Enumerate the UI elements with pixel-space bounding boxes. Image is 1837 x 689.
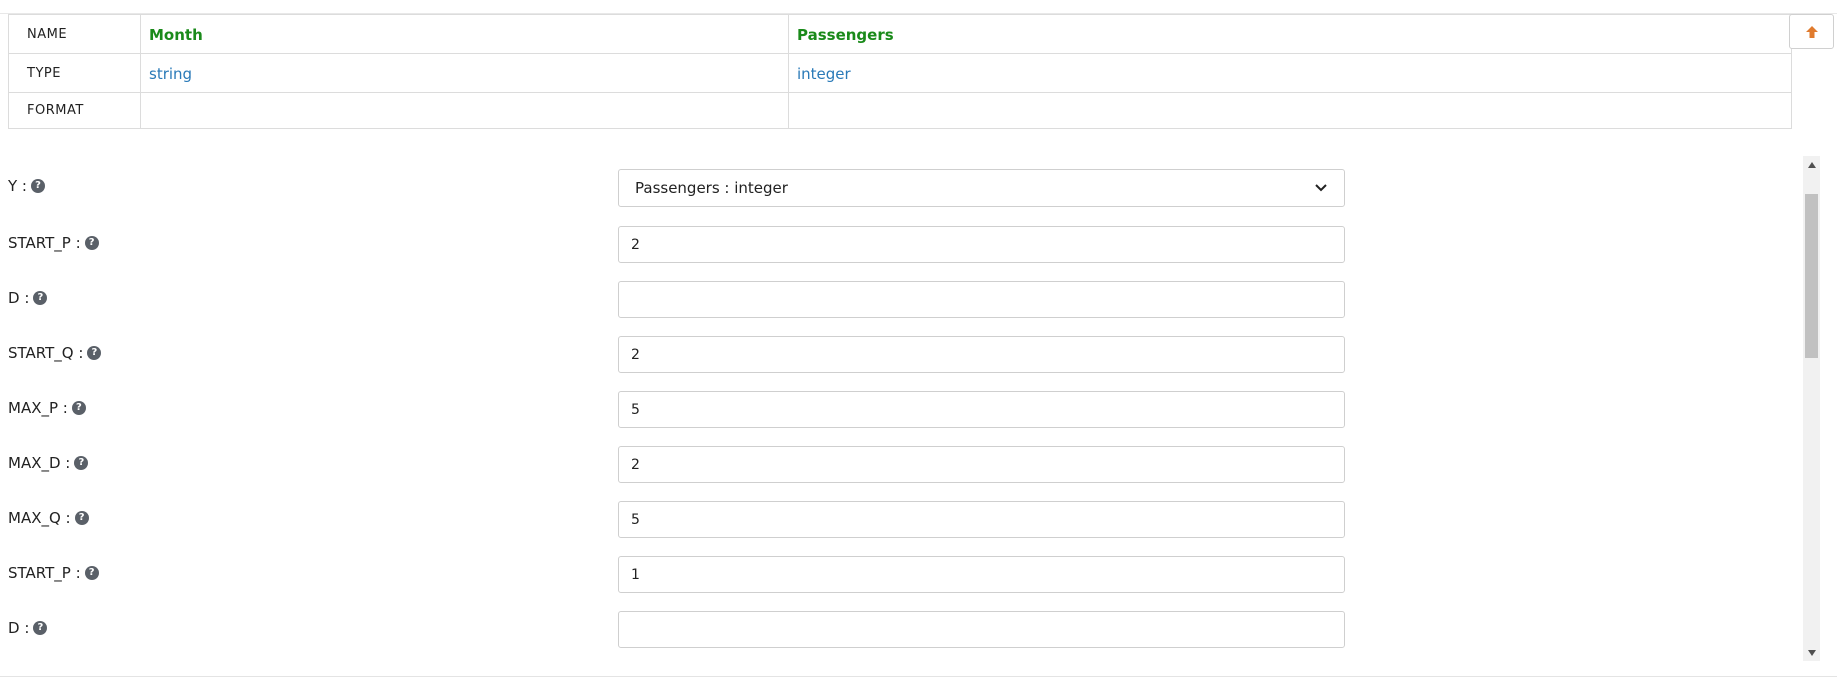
question-circle-icon[interactable]: ?: [33, 621, 48, 635]
start-p-input[interactable]: [618, 226, 1345, 263]
field-label-wrap: MAX_D : ?: [8, 454, 89, 472]
schema-row-format: FORMAT: [8, 92, 1792, 129]
question-circle-icon[interactable]: ?: [30, 179, 45, 193]
form-row-start-p-2: START_P : ?: [0, 556, 1800, 593]
column-type: string: [149, 64, 193, 83]
y-select[interactable]: Passengers : integer: [618, 169, 1345, 207]
arrow-up-icon: [1805, 25, 1818, 38]
field-label: D :: [8, 289, 30, 307]
d-2-input[interactable]: [618, 611, 1345, 648]
field-label-wrap: MAX_P : ?: [8, 399, 86, 417]
field-label: Y :: [8, 177, 27, 195]
question-circle-icon[interactable]: ?: [33, 291, 48, 305]
question-circle-icon[interactable]: ?: [71, 401, 86, 415]
y-select-value: Passengers : integer: [635, 179, 788, 197]
column-type: integer: [797, 64, 851, 83]
field-label: MAX_Q :: [8, 509, 71, 527]
form-row-y: Y : ? Passengers : integer: [0, 169, 1800, 207]
app-root: NAME Month Passengers TYPE string intege…: [0, 0, 1837, 689]
column-type-cell: integer: [788, 53, 1792, 93]
scroll-thumb[interactable]: [1805, 194, 1818, 358]
chevron-down-icon: [1315, 184, 1327, 192]
field-label-wrap: START_P : ?: [8, 564, 99, 582]
form-row-max-d: MAX_D : ?: [0, 446, 1800, 483]
question-circle-icon[interactable]: ?: [87, 346, 102, 360]
row-header-type: TYPE: [8, 53, 141, 93]
column-format-cell: [788, 92, 1792, 129]
bottom-divider: [0, 676, 1837, 677]
field-label: START_Q :: [8, 344, 84, 362]
column-type-cell: string: [140, 53, 789, 93]
schema-table: NAME Month Passengers TYPE string intege…: [8, 14, 1792, 129]
form-row-max-q: MAX_Q : ?: [0, 501, 1800, 538]
column-name: Passengers: [797, 25, 894, 44]
field-label: START_P :: [8, 234, 81, 252]
form-row-start-q: START_Q : ?: [0, 336, 1800, 373]
start-q-input[interactable]: [618, 336, 1345, 373]
column-format-cell: [140, 92, 789, 129]
max-p-input[interactable]: [618, 391, 1345, 428]
form-row-d-2: D : ?: [0, 611, 1800, 648]
field-label-wrap: D : ?: [8, 289, 48, 307]
triangle-up-icon: [1807, 161, 1816, 168]
form-row-start-p: START_P : ?: [0, 226, 1800, 263]
field-label-wrap: D : ?: [8, 619, 48, 637]
schema-row-name: NAME Month Passengers: [8, 14, 1792, 54]
field-label: MAX_D :: [8, 454, 71, 472]
schema-row-type: TYPE string integer: [8, 53, 1792, 93]
question-circle-icon[interactable]: ?: [74, 511, 89, 525]
field-label-wrap: MAX_Q : ?: [8, 509, 89, 527]
question-circle-icon[interactable]: ?: [74, 456, 89, 470]
question-circle-icon[interactable]: ?: [84, 566, 99, 580]
column-name: Month: [149, 25, 203, 44]
row-header-format: FORMAT: [8, 92, 141, 129]
scroll-to-top-button[interactable]: [1789, 14, 1834, 49]
field-label-wrap: START_Q : ?: [8, 344, 102, 362]
max-d-input[interactable]: [618, 446, 1345, 483]
field-label-wrap: Y : ?: [8, 177, 45, 195]
field-label: MAX_P :: [8, 399, 68, 417]
form-row-max-p: MAX_P : ?: [0, 391, 1800, 428]
field-label: START_P :: [8, 564, 81, 582]
scroll-up-arrow[interactable]: [1803, 156, 1820, 173]
field-label-wrap: START_P : ?: [8, 234, 99, 252]
max-q-input[interactable]: [618, 501, 1345, 538]
form-scrollbar[interactable]: [1803, 156, 1820, 661]
form-row-d: D : ?: [0, 281, 1800, 318]
field-label: D :: [8, 619, 30, 637]
row-header-name: NAME: [8, 14, 141, 54]
d-input[interactable]: [618, 281, 1345, 318]
question-circle-icon[interactable]: ?: [84, 236, 99, 250]
column-name-cell: Passengers: [788, 14, 1792, 54]
parameter-form: Y : ? Passengers : integer START_P : ? D…: [0, 156, 1800, 661]
column-name-cell: Month: [140, 14, 789, 54]
start-p-2-input[interactable]: [618, 556, 1345, 593]
triangle-down-icon: [1807, 649, 1816, 656]
scroll-down-arrow[interactable]: [1803, 644, 1820, 661]
